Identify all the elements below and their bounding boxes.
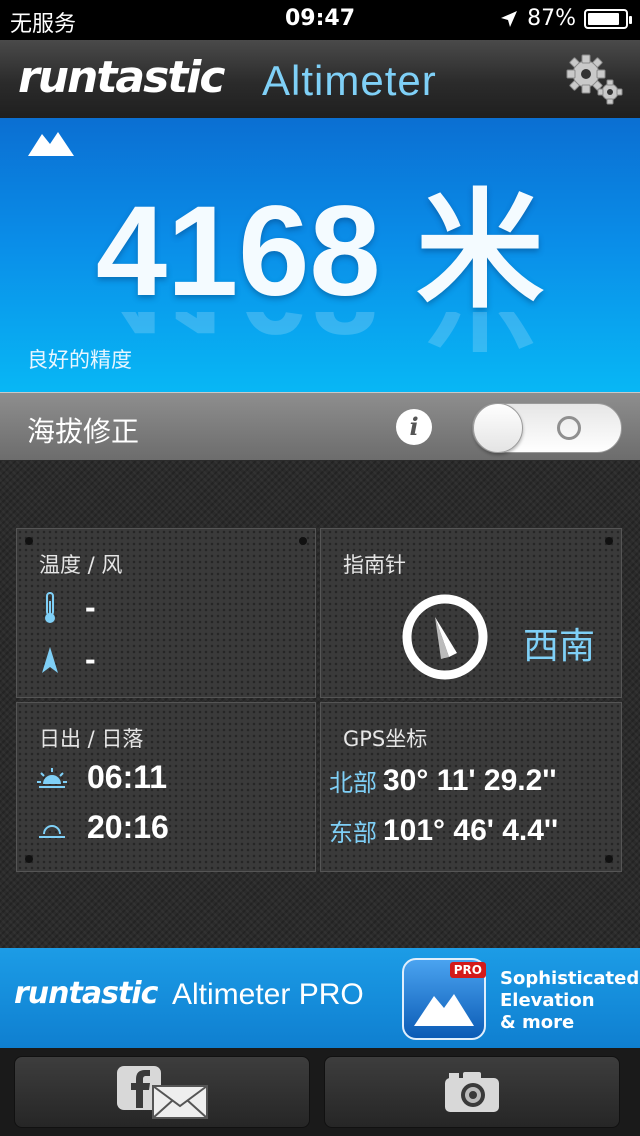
camera-icon xyxy=(445,1072,499,1112)
ad-tagline-line: & more xyxy=(500,1012,575,1033)
mountain-icon xyxy=(28,132,74,156)
facebook-mail-icon xyxy=(117,1066,208,1119)
mountain-icon xyxy=(414,994,474,1026)
status-bar: 无服务 09:47 87% xyxy=(0,0,640,40)
weather-title: 温度 / 风 xyxy=(39,553,123,577)
longitude-label: 东部 xyxy=(329,819,377,847)
sunset-row: 20:16 xyxy=(37,809,169,846)
screw xyxy=(605,855,613,863)
camera-button[interactable] xyxy=(324,1056,620,1128)
gps-title: GPS坐标 xyxy=(343,727,428,751)
wind-arrow-icon xyxy=(42,646,58,673)
battery-fill xyxy=(588,12,619,25)
latitude-row: 北部 30° 11' 29.2'' xyxy=(329,763,557,798)
altitude-display: 4168 米 4168 米 良好的精度 xyxy=(0,118,640,392)
brand-logo: runtastic xyxy=(18,52,225,103)
altitude-correction-bar: 海拔修正 i xyxy=(0,392,640,462)
sun-panel[interactable]: 日出 / 日落 06:11 20:16 xyxy=(16,702,316,872)
status-right: 87% xyxy=(499,6,632,31)
location-arrow-icon xyxy=(501,10,518,27)
sunrise-time: 06:11 xyxy=(87,759,168,795)
altitude-value: 4168 米 xyxy=(95,180,545,323)
pro-app-icon: PRO xyxy=(402,958,486,1040)
toggle-knob xyxy=(473,403,523,453)
altitude-correction-toggle[interactable] xyxy=(472,403,622,453)
ad-product: Altimeter PRO xyxy=(172,978,364,1011)
pro-badge: PRO xyxy=(449,962,486,978)
temperature-value: - xyxy=(85,589,96,625)
screw xyxy=(25,537,33,545)
ad-brand: runtastic xyxy=(14,976,158,1011)
toggle-off-indicator xyxy=(557,416,581,440)
app-header: runtastic Altimeter xyxy=(0,40,640,119)
wind-row: - xyxy=(41,641,96,678)
share-button[interactable] xyxy=(14,1056,310,1128)
weather-panel[interactable]: 温度 / 风 - - xyxy=(16,528,316,698)
screw xyxy=(25,855,33,863)
compass-direction: 西南 xyxy=(523,626,596,667)
sun-title: 日出 / 日落 xyxy=(39,727,144,751)
longitude-row: 东部 101° 46' 4.4'' xyxy=(329,813,558,848)
ad-tagline-line: Sophisticated xyxy=(500,968,640,989)
thermometer-icon xyxy=(45,591,55,623)
ad-tagline-line: Elevation xyxy=(500,990,595,1011)
latitude-value: 30° 11' 29.2'' xyxy=(383,763,557,797)
gear-icon[interactable] xyxy=(566,54,624,106)
compass-panel[interactable]: 指南针 西南 xyxy=(320,528,622,698)
latitude-label: 北部 xyxy=(329,769,377,797)
info-icon[interactable]: i xyxy=(396,409,432,445)
gps-panel[interactable]: GPS坐标 北部 30° 11' 29.2'' 东部 101° 46' 4.4'… xyxy=(320,702,622,872)
app-title: Altimeter xyxy=(262,57,437,104)
compass-icon xyxy=(402,594,488,680)
sunrise-row: 06:11 xyxy=(37,759,167,796)
pro-ad-banner[interactable]: runtastic Altimeter PRO PRO Sophisticate… xyxy=(0,948,640,1048)
longitude-value: 101° 46' 4.4'' xyxy=(383,813,559,847)
battery-percent: 87% xyxy=(527,6,576,31)
sunset-time: 20:16 xyxy=(87,809,169,845)
compass-title: 指南针 xyxy=(343,553,406,577)
sunrise-icon xyxy=(37,767,67,788)
sunset-icon xyxy=(39,824,65,838)
altitude-correction-label: 海拔修正 xyxy=(27,415,140,448)
screw xyxy=(605,537,613,545)
accuracy-label: 良好的精度 xyxy=(27,348,132,372)
bottom-toolbar xyxy=(0,1048,640,1136)
wind-value: - xyxy=(85,641,96,677)
dashboard: 温度 / 风 - - 指南针 西南 日出 / 日落 06:11 20:16 GP… xyxy=(0,460,640,948)
temperature-row: - xyxy=(41,589,96,626)
screw xyxy=(299,537,307,545)
battery-icon xyxy=(584,8,632,29)
ad-tagline: Sophisticated Elevation & more xyxy=(500,968,639,1034)
